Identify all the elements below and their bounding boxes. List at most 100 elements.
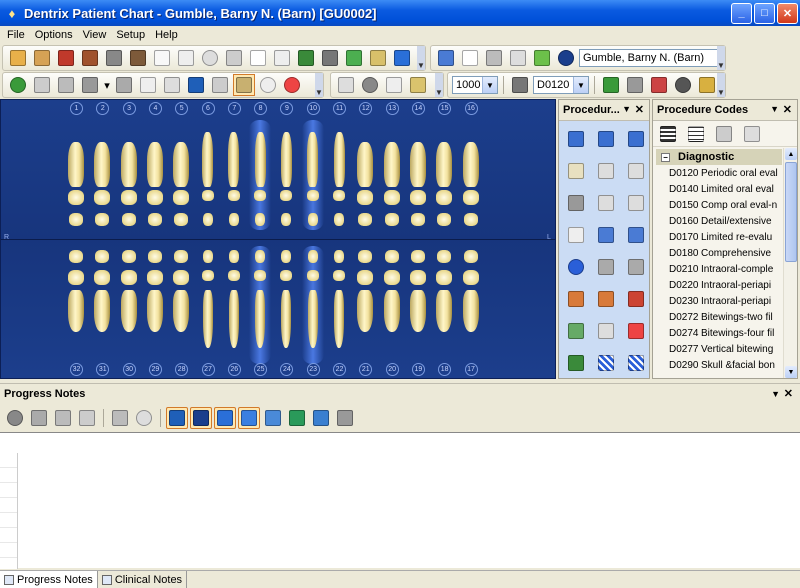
post-120-button[interactable]	[593, 158, 619, 183]
post-140-button[interactable]	[623, 158, 649, 183]
recycle-icon[interactable]	[7, 74, 29, 96]
window-icon[interactable]	[310, 407, 332, 429]
code-row[interactable]: D0272 Bitewings-two fil	[653, 309, 781, 325]
post-180-button[interactable]	[623, 190, 649, 215]
code-row[interactable]: D0180 Comprehensive	[653, 245, 781, 261]
list-icon[interactable]	[334, 407, 356, 429]
tooth-number-1[interactable]: 1	[70, 102, 83, 115]
progress-notes-list[interactable]	[0, 432, 800, 569]
code-row[interactable]: D0230 Intraoral-periapi	[653, 293, 781, 309]
code-row[interactable]: D0120 Periodic oral eval	[653, 165, 781, 181]
code-row[interactable]: D0210 Intraoral-comple	[653, 261, 781, 277]
code-row[interactable]: D0220 Intraoral-periapi	[653, 277, 781, 293]
date-filter-icon[interactable]	[286, 407, 308, 429]
tooth-number-7[interactable]: 7	[227, 102, 241, 115]
perio-chart-icon[interactable]	[79, 74, 101, 96]
xray-button[interactable]	[623, 254, 649, 279]
add-icon[interactable]	[459, 47, 481, 69]
close-icon[interactable]: ✕	[783, 103, 792, 116]
tooth-tool-icon[interactable]	[407, 74, 429, 96]
patient-photo-icon[interactable]	[507, 47, 529, 69]
family-file-icon[interactable]	[55, 47, 77, 69]
child-prophy-button[interactable]	[593, 286, 619, 311]
filter-icon[interactable]	[109, 407, 131, 429]
tooth-select-icon[interactable]	[391, 47, 413, 69]
brush-icon[interactable]	[741, 123, 763, 145]
tooth-number-12[interactable]: 12	[359, 102, 373, 115]
tooth-number-3[interactable]: 3	[122, 102, 136, 115]
existing-filter-icon[interactable]	[214, 407, 236, 429]
prescription-icon[interactable]	[271, 47, 293, 69]
form-icon[interactable]	[247, 47, 269, 69]
ledger-icon[interactable]	[31, 47, 53, 69]
check-icon[interactable]	[113, 74, 135, 96]
flag-icon[interactable]	[696, 74, 718, 96]
maximize-button[interactable]: □	[754, 2, 775, 24]
mod-button[interactable]	[593, 126, 619, 151]
tooth-number-6[interactable]: 6	[201, 102, 215, 115]
edit-icon[interactable]	[713, 123, 735, 145]
post-160-button[interactable]	[593, 190, 619, 215]
completed-icon[interactable]	[672, 74, 694, 96]
tooth-number-15[interactable]: 15	[438, 102, 452, 115]
delete-icon[interactable]	[28, 407, 50, 429]
clipboard-icon[interactable]	[383, 74, 405, 96]
implant-button[interactable]	[593, 222, 619, 247]
condition-filter-icon[interactable]	[238, 407, 260, 429]
menu-help[interactable]: Help	[150, 29, 183, 41]
tooth-number-2[interactable]: 2	[96, 102, 110, 115]
code-group-diagnostic[interactable]: − Diagnostic	[656, 149, 782, 165]
completed-filter-icon[interactable]	[190, 407, 212, 429]
tooth-number-10[interactable]: 10	[306, 102, 320, 115]
pin-icon[interactable]: ▼	[771, 389, 780, 399]
code-select[interactable]: D0120 ▼	[533, 76, 589, 94]
camera-icon[interactable]	[223, 47, 245, 69]
perio-icon[interactable]	[103, 47, 125, 69]
crown-button[interactable]	[563, 190, 589, 215]
link-icon[interactable]	[133, 407, 155, 429]
document-center-icon[interactable]	[295, 47, 317, 69]
tooth-number-25[interactable]: 25	[254, 363, 268, 376]
scroll-down-icon[interactable]: ▼	[785, 366, 797, 378]
tab-clinical-notes[interactable]: Clinical Notes	[98, 571, 188, 588]
print-chart-icon[interactable]	[55, 74, 77, 96]
patient-name-field[interactable]: Gumble, Barny N. (Barn)	[579, 49, 719, 67]
chart-plant-icon[interactable]	[343, 47, 365, 69]
instrument-icon[interactable]	[509, 74, 531, 96]
pin-icon[interactable]: ▼	[770, 104, 779, 114]
composite-button[interactable]	[623, 126, 649, 151]
toolbar-grip[interactable]: ▼	[417, 46, 425, 70]
user-filter-icon[interactable]	[262, 407, 284, 429]
tooth-number-30[interactable]: 30	[122, 363, 136, 376]
check-icon[interactable]	[4, 407, 26, 429]
code-row[interactable]: D0140 Limited oral eval	[653, 181, 781, 197]
menu-file[interactable]: File	[2, 29, 30, 41]
close-button[interactable]: ✕	[777, 2, 798, 24]
tooth-number-23[interactable]: 23	[306, 363, 320, 376]
syringe-icon[interactable]	[335, 74, 357, 96]
menu-options[interactable]: Options	[30, 29, 78, 41]
message-icon[interactable]	[175, 47, 197, 69]
adult-prophy-button[interactable]	[563, 286, 589, 311]
tooth-number-28[interactable]: 28	[175, 363, 189, 376]
tooth-number-18[interactable]: 18	[438, 363, 452, 376]
probe-icon[interactable]	[137, 74, 159, 96]
pin-icon[interactable]: ▼	[622, 104, 631, 114]
existing-icon[interactable]	[648, 74, 670, 96]
code-row[interactable]: D0150 Comp oral eval-n	[653, 197, 781, 213]
bridge-button[interactable]	[623, 222, 649, 247]
tooth-number-16[interactable]: 16	[464, 102, 478, 115]
gear-icon[interactable]	[359, 74, 381, 96]
eraser-icon[interactable]	[31, 74, 53, 96]
close-icon[interactable]: ✕	[635, 103, 644, 116]
teeth-view-icon[interactable]	[281, 74, 303, 96]
tooth-number-19[interactable]: 19	[411, 363, 425, 376]
tooth-number-21[interactable]: 21	[359, 363, 373, 376]
srp-button[interactable]	[593, 318, 619, 343]
toolbar-grip[interactable]: ▼	[717, 73, 725, 97]
root-canal-button[interactable]	[563, 158, 589, 183]
whitening-button[interactable]	[563, 350, 589, 375]
extraction-button[interactable]	[563, 222, 589, 247]
tooth-number-24[interactable]: 24	[280, 363, 294, 376]
refresh-icon[interactable]	[531, 47, 553, 69]
